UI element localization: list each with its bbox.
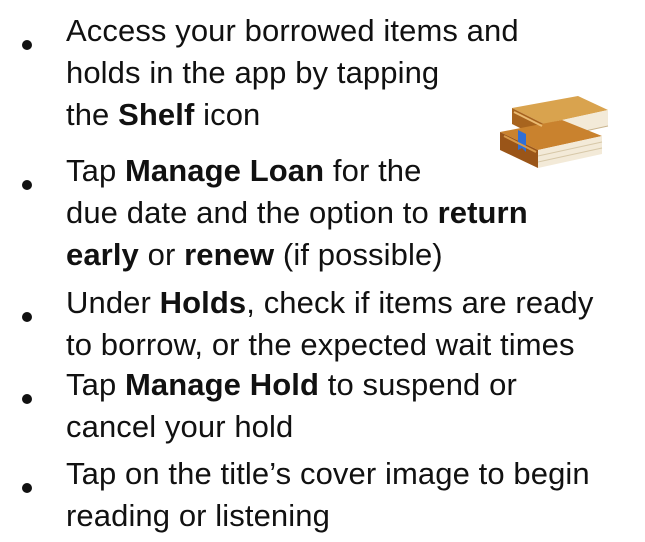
return-label: return [437,195,528,230]
bullet-point [22,40,32,50]
manage-loan-label: Manage Loan [125,153,325,188]
text-line: Access your borrowed items and [66,13,519,48]
manage-hold-label: Manage Hold [125,367,320,402]
early-label: early [66,237,139,272]
holds-label: Holds [159,285,247,320]
bullet-point [22,180,32,190]
list-item-text: Tap Manage Loan for the due date and the… [66,150,528,276]
text-line: holds in the app by tapping [66,55,440,90]
text-line: Tap on the title’s cover image to begin [66,456,590,491]
shelf-label: Shelf [118,97,195,132]
text-line: early or renew (if possible) [66,237,443,272]
text-line: reading or listening [66,498,330,533]
text-line: Tap Manage Hold to suspend or [66,367,517,402]
bullet-point [22,394,32,404]
text-line: Tap Manage Loan for the [66,153,422,188]
bullet-point [22,483,32,493]
list-item-text: Under Holds, check if items are ready to… [66,282,593,366]
bullet-point [22,312,32,322]
help-document: Access your borrowed items and holds in … [0,0,645,542]
renew-label: renew [184,237,275,272]
text-line: cancel your hold [66,409,294,444]
list-item-text: Tap on the title’s cover image to begin … [66,453,590,537]
list-item-text: Access your borrowed items and holds in … [66,10,519,136]
text-line: to borrow, or the expected wait times [66,327,575,362]
text-line: the Shelf icon [66,97,261,132]
text-line: due date and the option to return [66,195,528,230]
list-item-text: Tap Manage Hold to suspend or cancel you… [66,364,517,448]
text-line: Under Holds, check if items are ready [66,285,594,320]
